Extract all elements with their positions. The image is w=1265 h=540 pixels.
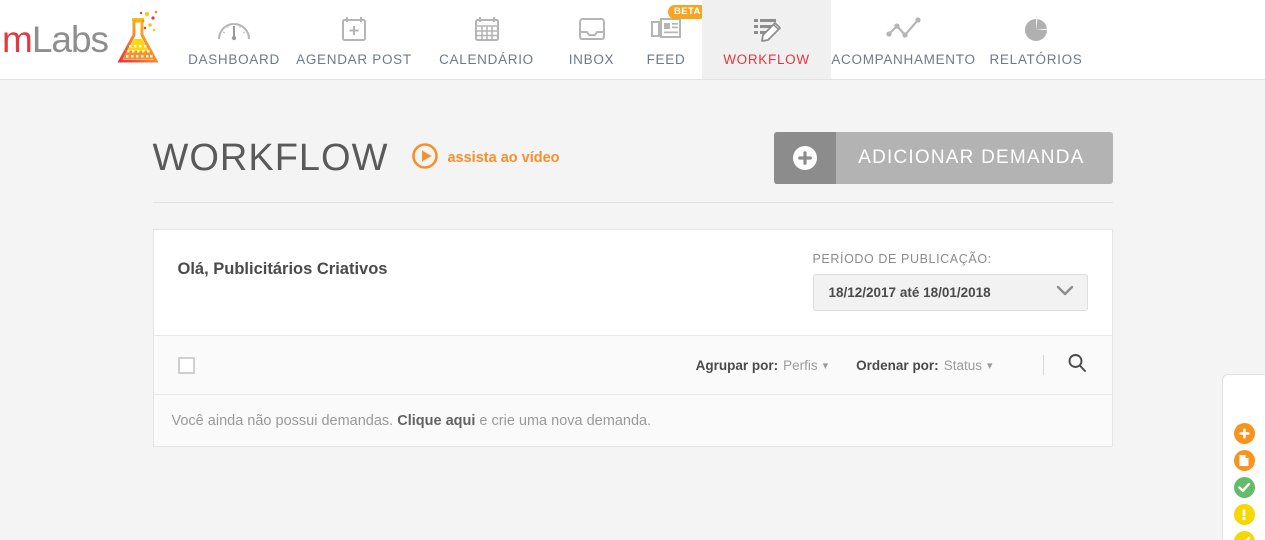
add-demand-button-label: ADICIONAR DEMANDA — [858, 147, 1085, 168]
status-approved-icon[interactable] — [1233, 477, 1255, 498]
page-container: WORKFLOW assista ao vídeo ADICIONAR DEMA… — [152, 80, 1113, 447]
search-icon — [1066, 352, 1088, 379]
nav-items: DASHBOARD AGENDAR POST CALENDÁRIO INBOX … — [180, 0, 1096, 79]
nav-item-feed-label: FEED — [646, 52, 686, 67]
nav-item-dashboard[interactable]: DASHBOARD — [180, 0, 288, 79]
speedometer-icon — [216, 10, 252, 48]
nav-item-workflow-label: WORKFLOW — [723, 52, 810, 67]
empty-state-text-after: e crie uma nova demanda. — [479, 412, 652, 429]
nav-item-calendario-label: CALENDÁRIO — [439, 52, 534, 67]
status-legend-panel — [1222, 374, 1265, 540]
nav-item-relatorios-label: RELATÓRIOS — [989, 52, 1083, 67]
order-by-value: Status — [943, 357, 982, 373]
line-chart-icon — [884, 10, 924, 48]
order-by-filter[interactable]: Ordenar por: Status ▾ — [856, 358, 992, 373]
filters-right-group: Agrupar por: Perfis ▾ Ordenar por: Statu… — [696, 352, 1088, 379]
card-filters-row: Agrupar por: Perfis ▾ Ordenar por: Statu… — [153, 335, 1112, 394]
status-attention-icon[interactable] — [1233, 504, 1255, 525]
empty-state-text-before: Você ainda não possui demandas. — [171, 412, 394, 429]
card-top-section: Olá, Publicitários Criativos PERÍODO DE … — [154, 230, 1112, 335]
empty-state-link[interactable]: Clique aqui — [397, 413, 475, 429]
list-pencil-icon — [751, 10, 783, 48]
group-by-value: Perfis — [783, 357, 818, 373]
nav-item-calendario[interactable]: CALENDÁRIO — [420, 0, 553, 79]
nav-item-acompanhamento[interactable]: ACOMPANHAMENTO — [831, 0, 976, 79]
calendar-plus-icon — [339, 10, 369, 48]
pie-chart-icon — [1021, 10, 1051, 48]
nav-item-inbox-label: INBOX — [568, 52, 615, 67]
calendar-grid-icon — [472, 10, 502, 48]
greeting-text: Olá, Publicitários Criativos — [177, 260, 388, 278]
feed-beta-badge: BETA — [668, 5, 707, 19]
inbox-tray-icon — [577, 10, 607, 48]
nav-item-agendar-post[interactable]: AGENDAR POST — [288, 0, 420, 79]
page-header-left: WORKFLOW assista ao vídeo — [153, 139, 560, 177]
brand-logo[interactable]: mLabs — [0, 0, 180, 79]
nav-item-agendar-post-label: AGENDAR POST — [296, 52, 412, 67]
status-draft-icon[interactable] — [1233, 450, 1255, 471]
page-body: WORKFLOW assista ao vídeo ADICIONAR DEMA… — [0, 80, 1265, 540]
chevron-down-icon: ▾ — [822, 359, 829, 372]
nav-item-acompanhamento-label: ACOMPANHAMENTO — [831, 52, 976, 67]
flask-icon — [112, 9, 164, 71]
chevron-down-icon: ▾ — [986, 359, 993, 372]
empty-state-text: Você ainda não possui demandas. Clique a… — [172, 413, 652, 429]
workflow-card: Olá, Publicitários Criativos PERÍODO DE … — [152, 229, 1113, 447]
add-demand-button[interactable]: ADICIONAR DEMANDA — [774, 132, 1113, 184]
group-by-filter[interactable]: Agrupar por: Perfis ▾ — [696, 358, 829, 373]
status-pending-icon[interactable] — [1233, 531, 1255, 540]
chevron-down-icon — [1055, 283, 1075, 302]
empty-state-row: Você ainda não possui demandas. Clique a… — [153, 394, 1112, 446]
publication-period-block: PERÍODO DE PUBLICAÇÃO: 18/12/2017 até 18… — [812, 252, 1088, 311]
order-by-label: Ordenar por: — [856, 357, 939, 373]
brand-wordmark-suffix: Labs — [31, 19, 109, 60]
top-navigation-bar: mLabs DASHBOARD AGENDAR POST CALENDÁRIO … — [0, 0, 1265, 80]
status-new-icon[interactable] — [1233, 423, 1255, 444]
nav-item-inbox[interactable]: INBOX — [553, 0, 630, 79]
brand-wordmark-prefix: m — [2, 19, 33, 60]
group-by-label: Agrupar por: — [695, 357, 779, 373]
publication-period-label: PERÍODO DE PUBLICAÇÃO: — [812, 252, 992, 266]
plus-circle-icon — [774, 132, 837, 184]
nav-item-feed[interactable]: BETA FEED — [630, 0, 707, 79]
watch-video-label: assista ao vídeo — [447, 150, 560, 166]
search-button[interactable] — [1066, 352, 1088, 379]
play-circle-icon — [412, 142, 439, 174]
nav-item-workflow[interactable]: WORKFLOW — [702, 0, 831, 79]
publication-period-value: 18/12/2017 até 18/01/2018 — [828, 285, 991, 300]
nav-item-relatorios[interactable]: RELATÓRIOS — [976, 0, 1096, 79]
page-header: WORKFLOW assista ao vídeo ADICIONAR DEMA… — [152, 132, 1113, 203]
watch-video-link[interactable]: assista ao vídeo — [412, 142, 560, 174]
nav-item-dashboard-label: DASHBOARD — [188, 52, 280, 67]
select-all-checkbox[interactable] — [177, 356, 195, 374]
publication-period-select[interactable]: 18/12/2017 até 18/01/2018 — [812, 274, 1088, 311]
page-title: WORKFLOW — [152, 137, 389, 179]
filters-divider — [1042, 355, 1044, 375]
brand-wordmark: mLabs — [2, 19, 109, 60]
